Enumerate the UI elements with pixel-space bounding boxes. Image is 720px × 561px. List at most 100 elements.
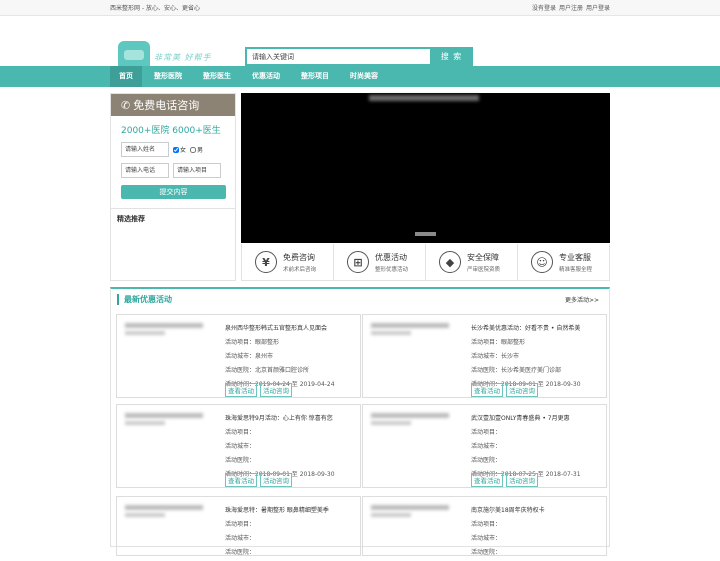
gender-female[interactable]: 女: [173, 145, 186, 154]
nav-item-beauty[interactable]: 时尚美容: [341, 66, 387, 87]
promo-thumbnail[interactable]: [125, 323, 207, 335]
label: 活动城市：: [471, 535, 502, 542]
promotions-title: 最新优惠活动: [117, 294, 172, 305]
agent-icon: ☺: [531, 251, 553, 273]
promo-name[interactable]: 珠海爱思特：暑期整形 眼鼻精细塑美季: [225, 505, 329, 514]
label: 活动项目：: [225, 521, 256, 528]
submit-button[interactable]: 提交内容: [121, 185, 226, 199]
promo-name[interactable]: 珠海爱思特9月活动：心上有你 惊喜有您: [225, 413, 335, 422]
more-promotions-link[interactable]: 更多活动>>: [565, 295, 599, 304]
value: 眼部整形: [255, 339, 280, 346]
feature-title: 专业客服: [559, 252, 591, 262]
nav-item-doctors[interactable]: 整形医生: [194, 66, 240, 87]
promo-thumbnail[interactable]: [125, 505, 207, 517]
promo-thumbnail[interactable]: [371, 505, 453, 517]
nav-item-promotions[interactable]: 优惠活动: [243, 66, 289, 87]
promo-thumbnail[interactable]: [125, 413, 207, 425]
label: 活动城市：: [471, 353, 502, 360]
promo-actions: 查看活动 活动咨询: [471, 383, 538, 397]
login-link[interactable]: 用户登录: [586, 3, 610, 12]
consult-promo-button[interactable]: 活动咨询: [260, 473, 292, 487]
consult-promo-button[interactable]: 活动咨询: [506, 383, 538, 397]
view-promo-button[interactable]: 查看活动: [471, 383, 503, 397]
feature-support[interactable]: ☺ 专业客服 精准客服全程: [518, 244, 609, 280]
feature-promotions[interactable]: ⊞ 优惠活动 整形优惠活动: [334, 244, 426, 280]
feature-title: 安全保障: [467, 252, 499, 262]
consult-promo-button[interactable]: 活动咨询: [506, 473, 538, 487]
promo-card: 长沙希美优惠活动：好看不贵 • 自然希美 活动项目：眼部整形 活动城市：长沙市 …: [362, 314, 607, 398]
feature-strip: ¥ 免费咨询 术前术后咨询 ⊞ 优惠活动 整形优惠活动 ◆ 安全保障 严审医院资…: [241, 244, 610, 281]
feature-sub: 整形优惠活动: [375, 266, 409, 273]
register-link[interactable]: 用户注册: [559, 3, 583, 12]
feature-title: 免费咨询: [283, 252, 315, 262]
banner-caption: [369, 95, 479, 101]
name-input[interactable]: [121, 142, 169, 157]
value: 泉州市: [255, 353, 274, 360]
gender-female-checkbox[interactable]: [173, 146, 179, 153]
label: 活动城市：: [471, 443, 502, 450]
view-promo-button[interactable]: 查看活动: [471, 473, 503, 487]
value: 长沙希美医疗美门诊部: [501, 367, 562, 374]
gender-female-label: 女: [180, 147, 187, 154]
nav-item-home[interactable]: 首页: [110, 66, 142, 87]
label: 活动项目：: [471, 429, 502, 436]
logo-text: 非常美 好帮手: [154, 52, 212, 62]
feature-sub: 精准客服全程: [559, 266, 593, 273]
label: 活动城市：: [225, 353, 256, 360]
account-links: 没有登录 用户注册 用户登录: [532, 3, 610, 12]
gender-male-checkbox[interactable]: [190, 146, 197, 153]
phone-consult-label: 免费电话咨询: [133, 99, 200, 112]
nav-item-projects[interactable]: 整形项目: [292, 66, 338, 87]
promo-name[interactable]: 长沙希美优惠活动：好看不贵 • 自然希美: [471, 323, 581, 332]
promo-info: 珠海爱思特：暑期整形 眼鼻精细塑美季 活动项目： 活动城市： 活动医院：: [225, 505, 329, 561]
promo-name[interactable]: 泉州西华整形韩式五官整形真人见面会: [225, 323, 335, 332]
shield-icon: ◆: [439, 251, 461, 273]
promo-name[interactable]: 武汉壹加壹ONLY青春盛典 • 7月更惠: [471, 413, 581, 422]
label: 活动城市：: [225, 535, 256, 542]
login-status: 没有登录: [531, 5, 556, 12]
recommend-title: 精选推荐: [117, 215, 145, 223]
view-promo-button[interactable]: 查看活动: [225, 473, 257, 487]
value: 眼部整形: [501, 339, 526, 346]
label: 活动项目：: [225, 429, 256, 436]
phone-consult-banner[interactable]: ✆ 免费电话咨询: [111, 94, 235, 116]
promotions-header: 最新优惠活动 更多活动>>: [111, 289, 609, 309]
label: 活动医院：: [225, 549, 256, 556]
nav-item-hospitals[interactable]: 整形医院: [145, 66, 191, 87]
label: 活动项目：: [471, 521, 502, 528]
promo-thumbnail[interactable]: [371, 413, 453, 425]
value: 长沙市: [501, 353, 520, 360]
site-slogan: 西米整形网 - 放心、安心、更省心: [110, 5, 200, 12]
label: 活动医院：: [225, 457, 256, 464]
phone-icon: ✆: [121, 98, 131, 112]
label: 活动医院：: [471, 549, 502, 556]
name-gender-row: 女 男: [111, 142, 235, 157]
feature-sub: 严审医院资质: [467, 266, 501, 273]
banner-pager[interactable]: [415, 232, 436, 236]
promo-thumbnail[interactable]: [371, 323, 453, 335]
search-input[interactable]: [245, 47, 430, 66]
search-button[interactable]: 搜 索: [430, 47, 473, 66]
project-input[interactable]: [173, 163, 221, 178]
phone-project-row: [111, 163, 235, 178]
label: 活动医院：: [471, 367, 502, 374]
top-bar: 西米整形网 - 放心、安心、更省心 没有登录 用户注册 用户登录: [0, 0, 720, 16]
view-promo-button[interactable]: 查看活动: [225, 383, 257, 397]
consult-promo-button[interactable]: 活动咨询: [260, 383, 292, 397]
promo-card: 珠海爱思特9月活动：心上有你 惊喜有您 活动项目： 活动城市： 活动医院： 活动…: [116, 404, 361, 488]
search-bar: 搜 索: [245, 47, 473, 66]
feature-free-consult[interactable]: ¥ 免费咨询 术前术后咨询: [242, 244, 334, 280]
main-nav: 首页 整形医院 整形医生 优惠活动 整形项目 时尚美容: [0, 66, 720, 87]
promo-info: 南京施尔美18周年庆特权卡 活动项目： 活动城市： 活动医院：: [471, 505, 545, 561]
feature-sub: 术前术后咨询: [283, 266, 317, 273]
promo-name[interactable]: 南京施尔美18周年庆特权卡: [471, 505, 545, 514]
feature-safety[interactable]: ◆ 安全保障 严审医院资质: [426, 244, 518, 280]
banner-video[interactable]: [241, 93, 610, 243]
label: 活动医院：: [471, 457, 502, 464]
label: 活动项目：: [471, 339, 502, 346]
phone-input[interactable]: [121, 163, 169, 178]
gender-male[interactable]: 男: [190, 145, 203, 154]
basket-icon: ⊞: [347, 251, 369, 273]
label: 活动城市：: [225, 443, 256, 450]
header: 非常美 好帮手 搜 索: [0, 16, 720, 73]
